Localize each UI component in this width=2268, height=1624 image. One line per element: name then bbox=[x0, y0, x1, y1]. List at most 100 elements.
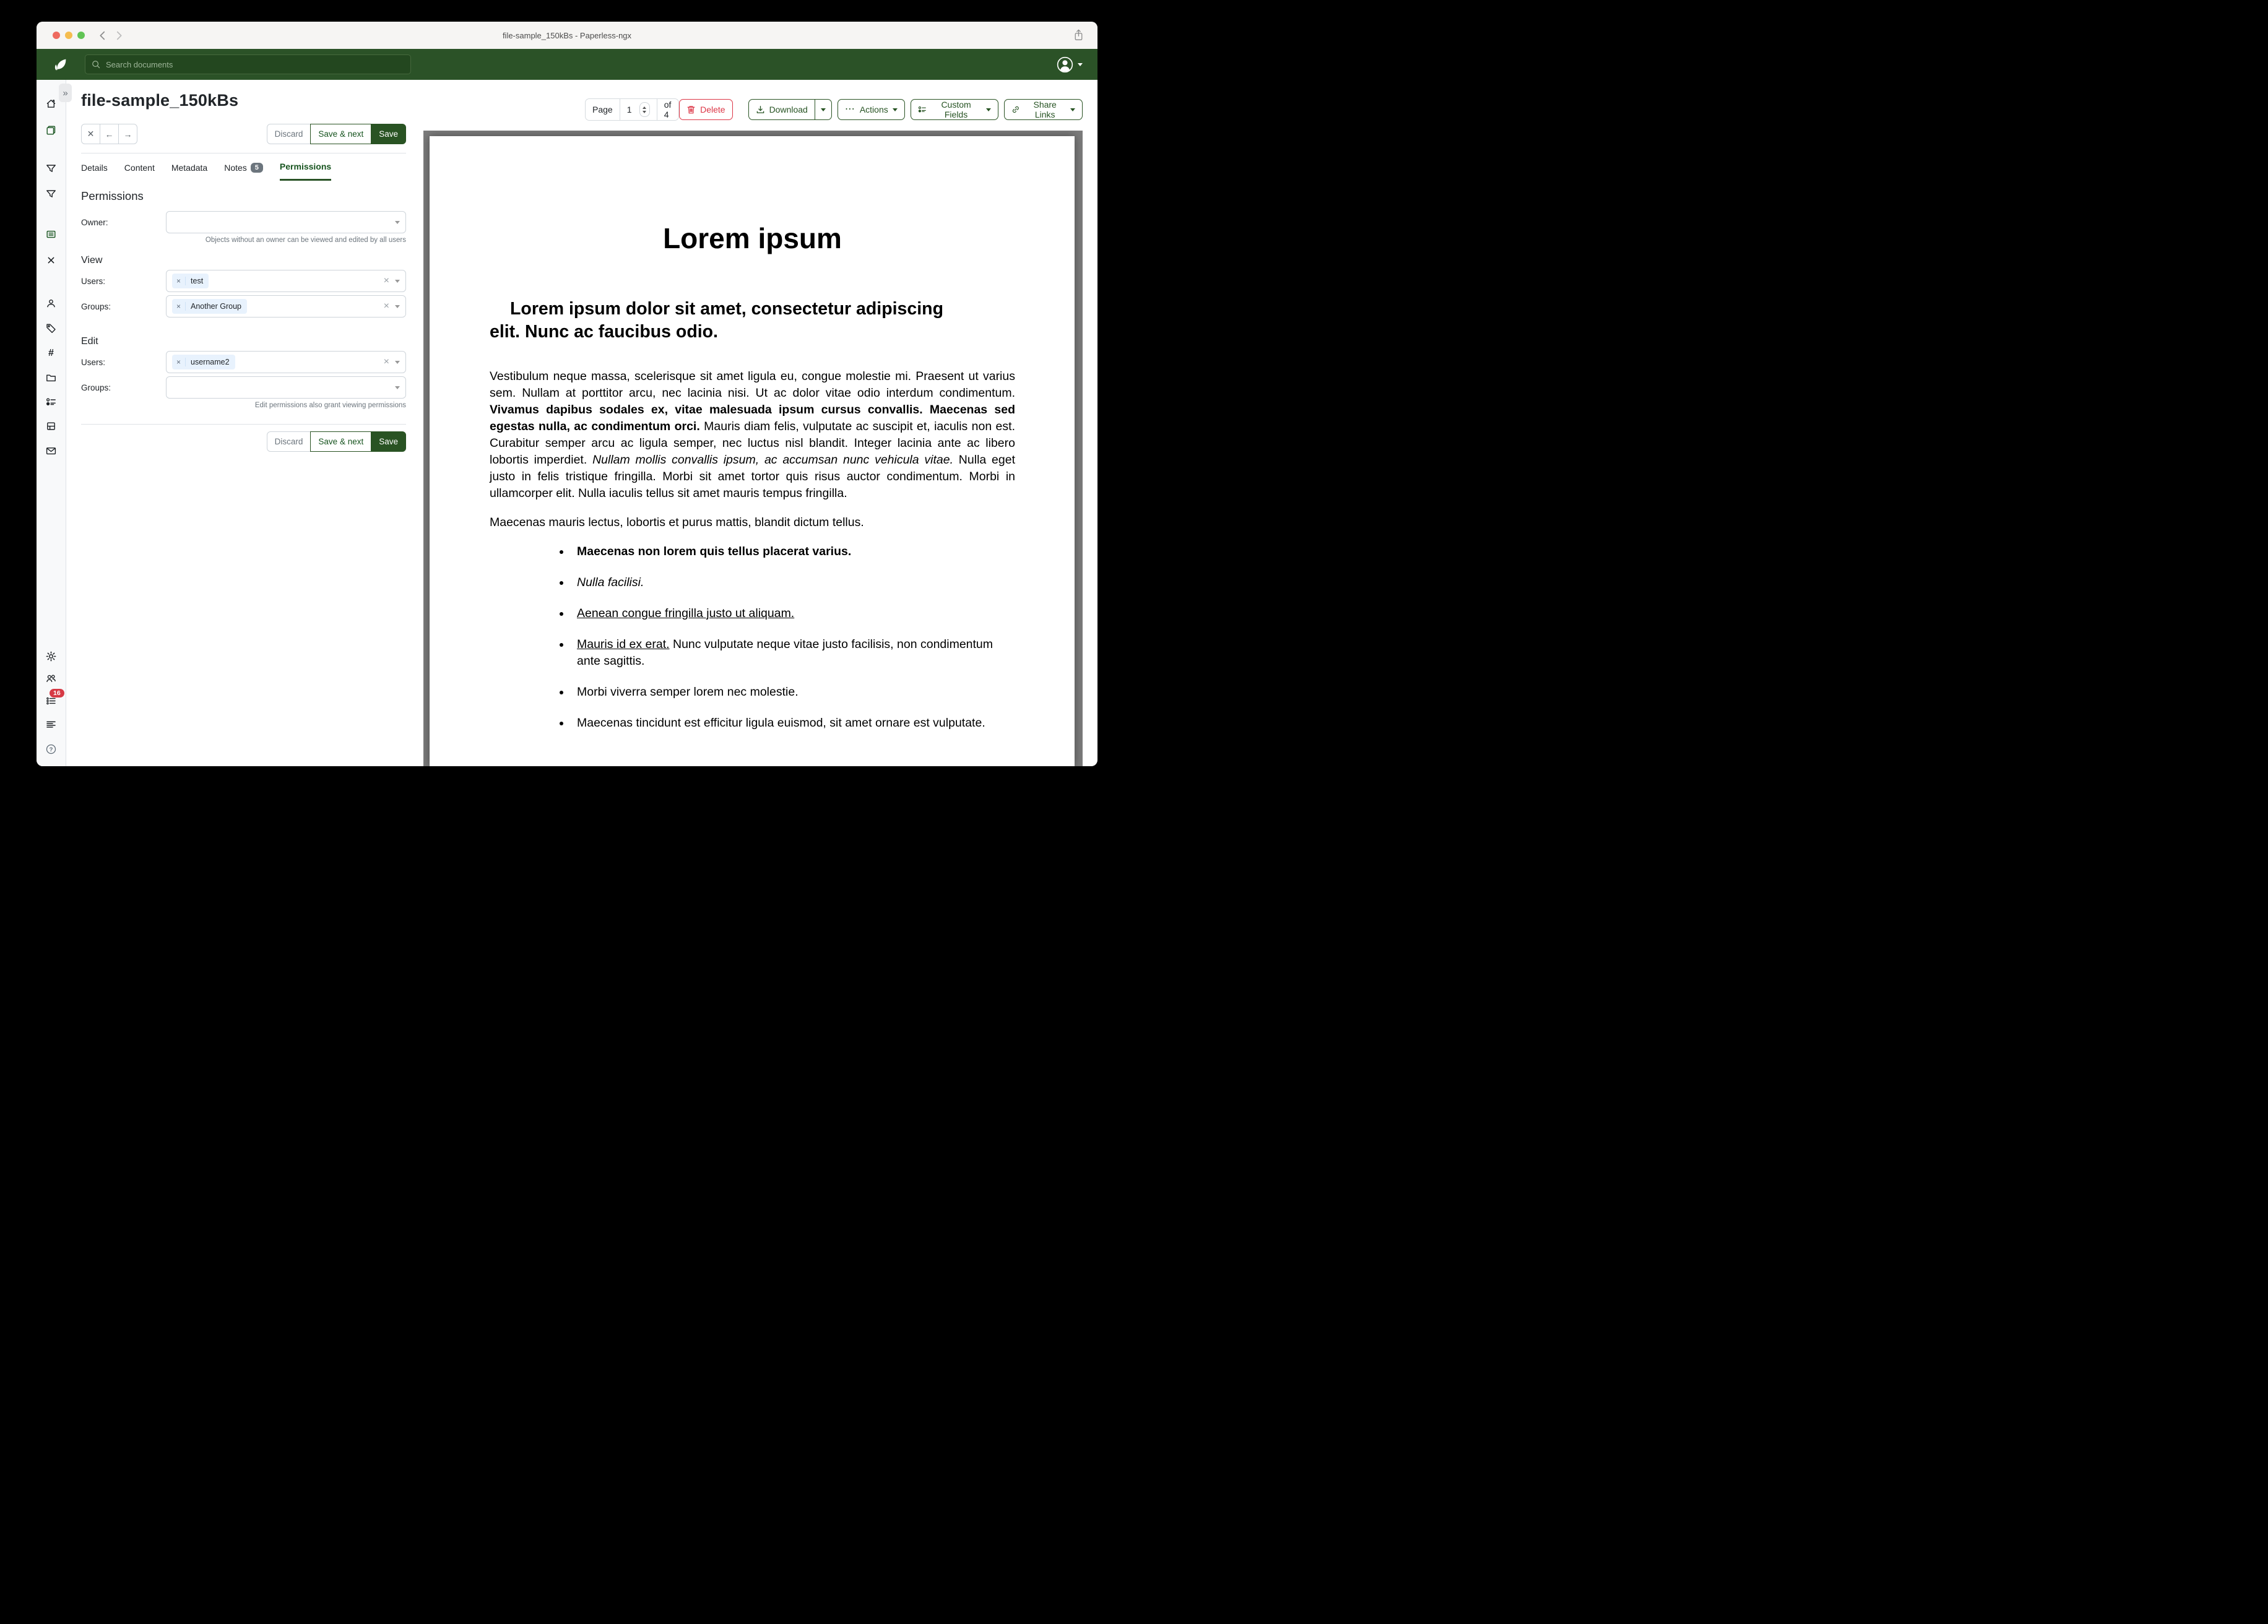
list-item: Mauris id ex erat. Nunc vulputate neque … bbox=[571, 636, 1015, 670]
user-menu[interactable] bbox=[1057, 56, 1083, 73]
save-button-group: Discard Save & next Save bbox=[267, 124, 406, 144]
previous-document-button[interactable]: ← bbox=[100, 124, 119, 144]
list-item: Nulla facilisi. bbox=[571, 574, 1015, 591]
selected-user-chip: × username2 bbox=[172, 355, 235, 369]
actions-button[interactable]: ⋯ Actions bbox=[838, 99, 905, 120]
app-header bbox=[37, 49, 1097, 80]
share-links-button[interactable]: Share Links bbox=[1004, 99, 1083, 120]
download-split-button: Download bbox=[748, 99, 832, 120]
app-window: file-sample_150kBs - Paperless-ngx bbox=[37, 22, 1097, 766]
sidebar-item-correspondents[interactable] bbox=[46, 298, 56, 309]
doc-paragraph-1: Vestibulum neque massa, scelerisque sit … bbox=[490, 368, 1015, 502]
custom-fields-icon bbox=[918, 105, 927, 114]
bottom-save-row: Discard Save & next Save bbox=[81, 431, 406, 452]
dots-icon: ⋯ bbox=[845, 106, 855, 113]
sidebar-item-saved-view-2[interactable] bbox=[46, 189, 56, 199]
help-icon[interactable]: ? bbox=[46, 744, 56, 754]
edit-users-select[interactable]: × username2 × bbox=[166, 351, 406, 373]
chevron-down-icon bbox=[395, 280, 400, 283]
document-actions-row: ✕ ← → Discard Save & next Save bbox=[81, 124, 406, 144]
traffic-lights bbox=[53, 32, 85, 39]
chevron-down-icon bbox=[893, 108, 898, 111]
edit-users-label: Users: bbox=[81, 358, 166, 367]
save-and-next-button[interactable]: Save & next bbox=[310, 124, 371, 144]
custom-fields-label: Custom Fields bbox=[931, 100, 982, 119]
sidebar-item-open-document[interactable] bbox=[46, 229, 56, 240]
owner-select[interactable] bbox=[166, 211, 406, 233]
save-button[interactable]: Save bbox=[371, 431, 406, 452]
next-document-button[interactable]: → bbox=[118, 124, 137, 144]
sidebar-item-custom-fields[interactable] bbox=[46, 397, 56, 407]
owner-hint: Objects without an owner can be viewed a… bbox=[166, 236, 406, 244]
step-down-icon[interactable] bbox=[643, 111, 646, 113]
page-stepper[interactable] bbox=[639, 102, 650, 117]
tab-content[interactable]: Content bbox=[124, 162, 155, 181]
owner-label: Owner: bbox=[81, 218, 166, 227]
sidebar-item-settings[interactable] bbox=[46, 651, 56, 662]
edit-section-heading: Edit bbox=[81, 336, 406, 347]
view-users-select[interactable]: × test × bbox=[166, 270, 406, 292]
doc-nav-group: ✕ ← → bbox=[81, 124, 137, 144]
close-document-icon[interactable] bbox=[46, 255, 56, 266]
pdf-preview-frame[interactable]: Lorem ipsum Lorem ipsum dolor sit amet, … bbox=[423, 131, 1083, 766]
pdf-page: Lorem ipsum Lorem ipsum dolor sit amet, … bbox=[430, 136, 1075, 766]
sidebar-expand-button[interactable]: » bbox=[59, 84, 72, 102]
tab-metadata[interactable]: Metadata bbox=[171, 162, 207, 181]
list-item: Aenean congue fringilla justo ut aliquam… bbox=[571, 605, 1015, 622]
sidebar-item-dashboard[interactable] bbox=[46, 98, 56, 109]
sidebar-item-tags[interactable] bbox=[46, 323, 56, 334]
clear-icon[interactable]: × bbox=[384, 357, 389, 367]
save-button-group: Discard Save & next Save bbox=[267, 431, 406, 452]
list-item: Maecenas tincidunt est efficitur ligula … bbox=[571, 715, 1015, 732]
chip-remove-icon[interactable]: × bbox=[172, 358, 186, 366]
tab-notes[interactable]: Notes 5 bbox=[224, 162, 263, 181]
step-up-icon[interactable] bbox=[643, 106, 646, 109]
main-content: file-sample_150kBs ✕ ← → Discard Save & … bbox=[66, 80, 1097, 766]
sidebar-item-logs[interactable] bbox=[46, 719, 56, 730]
sidebar-item-workflows[interactable] bbox=[46, 421, 56, 431]
chip-remove-icon[interactable]: × bbox=[172, 277, 186, 285]
chevron-down-icon bbox=[986, 108, 991, 111]
custom-fields-button[interactable]: Custom Fields bbox=[911, 99, 998, 120]
chevron-down-icon bbox=[1078, 63, 1083, 66]
chip-label: test bbox=[186, 277, 209, 285]
tab-permissions[interactable]: Permissions bbox=[280, 162, 331, 181]
discard-button[interactable]: Discard bbox=[267, 124, 311, 144]
delete-button[interactable]: Delete bbox=[679, 99, 732, 120]
page-input-segment bbox=[620, 99, 657, 120]
download-options-button[interactable] bbox=[815, 99, 832, 120]
edit-groups-select[interactable] bbox=[166, 376, 406, 399]
back-icon[interactable] bbox=[98, 31, 106, 40]
tab-details[interactable]: Details bbox=[81, 162, 108, 181]
save-button[interactable]: Save bbox=[371, 124, 406, 144]
page-number-input[interactable] bbox=[627, 105, 637, 114]
selected-user-chip: × test bbox=[172, 274, 209, 288]
sidebar-item-documents[interactable] bbox=[46, 125, 56, 136]
sidebar-item-mail[interactable] bbox=[46, 446, 56, 456]
chip-remove-icon[interactable]: × bbox=[172, 302, 186, 311]
save-and-next-button[interactable]: Save & next bbox=[310, 431, 371, 452]
doc-bullet-list: Maecenas non lorem quis tellus placerat … bbox=[490, 543, 1015, 732]
sidebar-item-users-groups[interactable] bbox=[46, 673, 56, 684]
close-document-button[interactable]: ✕ bbox=[81, 124, 100, 144]
share-icon[interactable] bbox=[1073, 28, 1084, 42]
view-groups-select[interactable]: × Another Group × bbox=[166, 295, 406, 317]
forward-icon[interactable] bbox=[116, 31, 123, 40]
chip-label: Another Group bbox=[186, 302, 247, 311]
download-button[interactable]: Download bbox=[748, 99, 815, 120]
window-title: file-sample_150kBs - Paperless-ngx bbox=[37, 31, 1097, 40]
sidebar-item-storage-paths[interactable] bbox=[46, 373, 56, 383]
clear-icon[interactable]: × bbox=[384, 301, 389, 311]
close-window-button[interactable] bbox=[53, 32, 60, 39]
zoom-window-button[interactable] bbox=[77, 32, 85, 39]
doc-paragraph-2: Maecenas mauris lectus, lobortis et puru… bbox=[490, 514, 1015, 531]
expand-glyph: » bbox=[63, 88, 67, 98]
clear-icon[interactable]: × bbox=[384, 276, 389, 286]
chevron-down-icon bbox=[821, 108, 826, 111]
search-input[interactable] bbox=[105, 59, 404, 70]
sidebar-item-saved-view-1[interactable] bbox=[46, 163, 56, 174]
sidebar-item-document-types[interactable]: # bbox=[46, 348, 56, 358]
discard-button[interactable]: Discard bbox=[267, 431, 311, 452]
page-title: file-sample_150kBs bbox=[81, 91, 406, 110]
minimize-window-button[interactable] bbox=[65, 32, 72, 39]
